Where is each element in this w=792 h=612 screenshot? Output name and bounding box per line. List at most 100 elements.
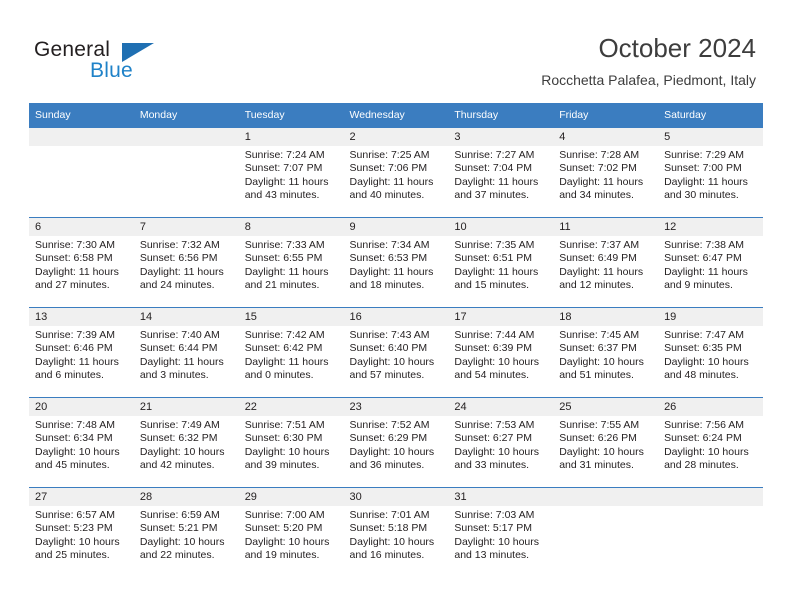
sunset-text: Sunset: 6:51 PM — [454, 252, 533, 265]
day-details: Sunrise: 7:52 AM Sunset: 6:29 PM Daylight:… — [344, 416, 449, 473]
sunset-text: Sunset: 6:32 PM — [139, 432, 218, 445]
calendar-day-cell[interactable]: 3 Sunrise: 7:27 AM Sunset: 7:04 PM Daylight… — [448, 127, 554, 218]
day-number: 4 — [553, 128, 659, 146]
sunset-text: Sunset: 6:27 PM — [454, 432, 533, 445]
day-number — [658, 488, 763, 506]
daylight-text: Daylight: 10 hours and 19 minutes. — [244, 535, 330, 562]
sunrise-text: Sunrise: 6:57 AM — [35, 509, 115, 521]
sunrise-text: Sunrise: 7:40 AM — [139, 329, 220, 341]
daylight-text: Daylight: 11 hours and 0 minutes. — [244, 355, 329, 382]
calendar-day-cell[interactable]: 19 Sunrise: 7:47 AM Sunset: 6:35 PM Dayligh… — [658, 307, 763, 398]
daylight-text: Daylight: 11 hours and 43 minutes. — [244, 175, 329, 202]
calendar-day-cell[interactable]: 12 Sunrise: 7:38 AM Sunset: 6:47 PM Dayligh… — [658, 217, 763, 308]
calendar-day-cell[interactable]: 18 Sunrise: 7:45 AM Sunset: 6:37 PM Dayligh… — [553, 307, 659, 398]
calendar-day-cell[interactable]: 5 Sunrise: 7:29 AM Sunset: 7:00 PM Daylight… — [658, 127, 763, 218]
day-details: Sunrise: 6:57 AM Sunset: 5:23 PM Daylight:… — [29, 506, 134, 563]
daylight-text: Daylight: 11 hours and 6 minutes. — [35, 355, 119, 382]
weekday-header-saturday: Saturday — [658, 103, 763, 128]
sunset-text: Sunset: 5:17 PM — [454, 522, 533, 535]
calendar-week-row: 20 Sunrise: 7:48 AM Sunset: 6:34 PM Dayligh… — [29, 397, 763, 488]
calendar-day-cell[interactable]: 14 Sunrise: 7:40 AM Sunset: 6:44 PM Dayligh… — [133, 307, 239, 398]
daylight-text: Daylight: 10 hours and 54 minutes. — [454, 355, 540, 382]
day-number: 5 — [658, 128, 763, 146]
day-details: Sunrise: 7:37 AM Sunset: 6:49 PM Daylight:… — [553, 236, 658, 293]
calendar-week-row: 1 Sunrise: 7:24 AM Sunset: 7:07 PM Daylight… — [29, 127, 763, 218]
sunrise-text: Sunrise: 7:00 AM — [244, 509, 325, 521]
day-number: 28 — [133, 488, 239, 506]
sunrise-text: Sunrise: 7:24 AM — [244, 149, 325, 161]
calendar-day-cell[interactable]: 17 Sunrise: 7:44 AM Sunset: 6:39 PM Dayligh… — [448, 307, 554, 398]
day-details: Sunrise: 7:32 AM Sunset: 6:56 PM Daylight:… — [134, 236, 239, 293]
sunset-text: Sunset: 7:02 PM — [559, 162, 637, 175]
sunrise-text: Sunrise: 7:01 AM — [349, 509, 430, 521]
day-details: Sunrise: 7:43 AM Sunset: 6:40 PM Daylight:… — [344, 326, 449, 383]
calendar-day-cell-empty — [658, 487, 763, 577]
day-number: 31 — [448, 488, 554, 506]
day-details: Sunrise: 7:24 AM Sunset: 7:07 PM Daylight:… — [239, 146, 344, 203]
day-number: 7 — [133, 218, 239, 236]
calendar-page: General Blue October 2024 Rocchetta Pala… — [0, 0, 792, 612]
daylight-text: Daylight: 11 hours and 27 minutes. — [35, 265, 119, 292]
calendar-day-cell[interactable]: 4 Sunrise: 7:28 AM Sunset: 7:02 PM Daylight… — [553, 127, 659, 218]
daylight-text: Daylight: 10 hours and 31 minutes. — [559, 445, 644, 472]
calendar-day-cell[interactable]: 23 Sunrise: 7:52 AM Sunset: 6:29 PM Dayligh… — [343, 397, 449, 488]
calendar-day-cell[interactable]: 9 Sunrise: 7:34 AM Sunset: 6:53 PM Daylight… — [343, 217, 449, 308]
weekday-header-monday: Monday — [133, 103, 239, 128]
calendar-day-cell[interactable]: 24 Sunrise: 7:53 AM Sunset: 6:27 PM Dayligh… — [448, 397, 554, 488]
calendar-day-cell[interactable]: 29 Sunrise: 7:00 AM Sunset: 5:20 PM Dayligh… — [238, 487, 344, 577]
calendar-day-cell[interactable]: 25 Sunrise: 7:55 AM Sunset: 6:26 PM Dayligh… — [553, 397, 659, 488]
sunrise-text: Sunrise: 7:39 AM — [35, 329, 115, 341]
sunset-text: Sunset: 6:44 PM — [139, 342, 218, 355]
sunrise-text: Sunrise: 7:48 AM — [35, 419, 115, 431]
calendar-day-cell[interactable]: 30 Sunrise: 7:01 AM Sunset: 5:18 PM Dayligh… — [343, 487, 449, 577]
general-blue-logo[interactable]: General Blue — [34, 38, 254, 90]
sunrise-text: Sunrise: 7:03 AM — [454, 509, 535, 521]
day-details: Sunrise: 7:00 AM Sunset: 5:20 PM Daylight:… — [239, 506, 344, 563]
sunrise-text: Sunrise: 7:45 AM — [559, 329, 640, 341]
calendar-day-cell[interactable]: 22 Sunrise: 7:51 AM Sunset: 6:30 PM Dayligh… — [238, 397, 344, 488]
calendar-day-cell[interactable]: 16 Sunrise: 7:43 AM Sunset: 6:40 PM Dayligh… — [343, 307, 449, 398]
daylight-text: Daylight: 11 hours and 40 minutes. — [349, 175, 434, 202]
calendar-body: 1 Sunrise: 7:24 AM Sunset: 7:07 PM Daylight… — [29, 127, 763, 577]
calendar-day-cell[interactable]: 31 Sunrise: 7:03 AM Sunset: 5:17 PM Dayligh… — [448, 487, 554, 577]
calendar-day-cell[interactable]: 15 Sunrise: 7:42 AM Sunset: 6:42 PM Dayligh… — [238, 307, 344, 398]
day-number: 30 — [343, 488, 449, 506]
day-details: Sunrise: 7:38 AM Sunset: 6:47 PM Daylight:… — [658, 236, 763, 293]
page-title: October 2024 — [598, 33, 756, 63]
calendar-day-cell[interactable]: 20 Sunrise: 7:48 AM Sunset: 6:34 PM Dayligh… — [29, 397, 134, 488]
day-number: 8 — [238, 218, 344, 236]
calendar-day-cell[interactable]: 6 Sunrise: 7:30 AM Sunset: 6:58 PM Daylight… — [29, 217, 134, 308]
calendar-day-cell[interactable]: 26 Sunrise: 7:56 AM Sunset: 6:24 PM Dayligh… — [658, 397, 763, 488]
sunset-text: Sunset: 6:24 PM — [664, 432, 742, 445]
daylight-text: Daylight: 10 hours and 36 minutes. — [349, 445, 435, 472]
day-number: 6 — [29, 218, 134, 236]
sunrise-text: Sunrise: 7:30 AM — [35, 239, 115, 251]
calendar-day-cell[interactable]: 13 Sunrise: 7:39 AM Sunset: 6:46 PM Dayligh… — [29, 307, 134, 398]
calendar-header-row: Sunday Monday Tuesday Wednesday Thursday… — [29, 103, 763, 128]
calendar-day-cell[interactable]: 27 Sunrise: 6:57 AM Sunset: 5:23 PM Dayligh… — [29, 487, 134, 577]
daylight-text: Daylight: 10 hours and 39 minutes. — [244, 445, 330, 472]
calendar-day-cell[interactable]: 21 Sunrise: 7:49 AM Sunset: 6:32 PM Dayligh… — [133, 397, 239, 488]
sunrise-text: Sunrise: 6:59 AM — [139, 509, 220, 521]
calendar-day-cell[interactable]: 1 Sunrise: 7:24 AM Sunset: 7:07 PM Daylight… — [238, 127, 344, 218]
calendar-day-cell[interactable]: 8 Sunrise: 7:33 AM Sunset: 6:55 PM Daylight… — [238, 217, 344, 308]
day-details: Sunrise: 7:25 AM Sunset: 7:06 PM Daylight:… — [344, 146, 449, 203]
day-details: Sunrise: 7:30 AM Sunset: 6:58 PM Daylight:… — [29, 236, 134, 293]
sunset-text: Sunset: 7:06 PM — [349, 162, 428, 175]
calendar-day-cell[interactable]: 2 Sunrise: 7:25 AM Sunset: 7:06 PM Daylight… — [343, 127, 449, 218]
sunset-text: Sunset: 6:35 PM — [664, 342, 742, 355]
weekday-header-friday: Friday — [553, 103, 659, 128]
daylight-text: Daylight: 10 hours and 33 minutes. — [454, 445, 540, 472]
calendar-week-row: 6 Sunrise: 7:30 AM Sunset: 6:58 PM Daylight… — [29, 217, 763, 308]
calendar-day-cell[interactable]: 7 Sunrise: 7:32 AM Sunset: 6:56 PM Daylight… — [133, 217, 239, 308]
calendar-day-cell[interactable]: 28 Sunrise: 6:59 AM Sunset: 5:21 PM Dayligh… — [133, 487, 239, 577]
sunrise-text: Sunrise: 7:29 AM — [664, 149, 745, 161]
calendar-day-cell[interactable]: 11 Sunrise: 7:37 AM Sunset: 6:49 PM Dayligh… — [553, 217, 659, 308]
calendar-day-cell[interactable]: 10 Sunrise: 7:35 AM Sunset: 6:51 PM Dayligh… — [448, 217, 554, 308]
weekday-header-wednesday: Wednesday — [343, 103, 449, 128]
day-number: 13 — [29, 308, 134, 326]
logo-text-blue: Blue — [90, 59, 133, 82]
day-number: 18 — [553, 308, 659, 326]
sunrise-text: Sunrise: 7:37 AM — [559, 239, 640, 251]
day-number: 17 — [448, 308, 554, 326]
